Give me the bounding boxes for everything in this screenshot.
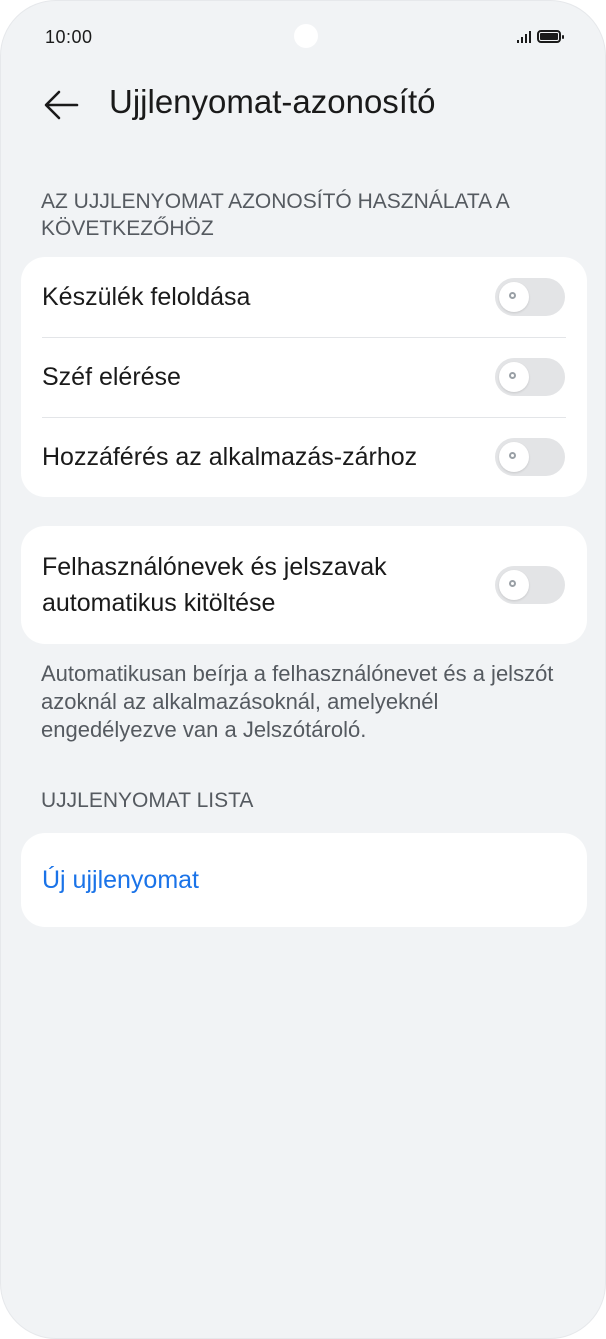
- back-button[interactable]: [37, 81, 85, 129]
- status-icons: [517, 29, 564, 43]
- autofill-card: Felhasználónevek és jelszavak automatiku…: [21, 526, 587, 644]
- safe-access-toggle[interactable]: [495, 358, 565, 396]
- phone-screen: 10:00 Ujjlenyomat-azonosító AZ UJJLENYOM…: [0, 0, 606, 1339]
- new-fingerprint-label: Új ujjlenyomat: [42, 865, 200, 894]
- camera-cutout: [294, 24, 318, 48]
- autofill-toggle[interactable]: [495, 566, 565, 604]
- app-bar: Ujjlenyomat-azonosító: [1, 77, 605, 133]
- setting-label: Felhasználónevek és jelszavak automatiku…: [42, 553, 387, 617]
- setting-label: Széf elérése: [42, 363, 181, 391]
- arrow-left-icon: [44, 90, 79, 120]
- toggle-knob: [499, 442, 529, 472]
- section-header-usage: AZ UJJLENYOMAT AZONOSÍTÓ HASZNÁLATA A KÖ…: [41, 190, 509, 240]
- setting-label: Készülék feloldása: [42, 283, 251, 311]
- usage-card: Készülék feloldása Széf elérése Hozzáfér…: [21, 257, 587, 497]
- new-fingerprint-button[interactable]: Új ujjlenyomat: [21, 833, 587, 927]
- setting-label: Hozzáférés az alkalmazás-zárhoz: [42, 443, 418, 471]
- device-unlock-toggle[interactable]: [495, 278, 565, 316]
- toggle-knob: [499, 282, 529, 312]
- autofill-description: Automatikusan beírja a felhasználónevet …: [41, 661, 554, 742]
- page-title: Ujjlenyomat-azonosító: [109, 83, 436, 120]
- toggle-knob: [499, 570, 529, 600]
- fingerprint-list-card: Új ujjlenyomat: [21, 833, 587, 927]
- section-header-fingerprint-list: UJJLENYOMAT LISTA: [41, 789, 254, 812]
- toggle-knob: [499, 362, 529, 392]
- setting-row-device-unlock[interactable]: Készülék feloldása: [21, 257, 587, 337]
- setting-row-autofill[interactable]: Felhasználónevek és jelszavak automatiku…: [21, 526, 587, 644]
- setting-row-app-lock[interactable]: Hozzáférés az alkalmazás-zárhoz: [21, 417, 587, 497]
- status-bar: 10:00: [1, 1, 605, 73]
- setting-row-safe-access[interactable]: Széf elérése: [21, 337, 587, 417]
- signal-icon: [517, 29, 531, 43]
- battery-icon: [537, 29, 564, 43]
- app-lock-toggle[interactable]: [495, 438, 565, 476]
- status-time: 10:00: [45, 27, 93, 47]
